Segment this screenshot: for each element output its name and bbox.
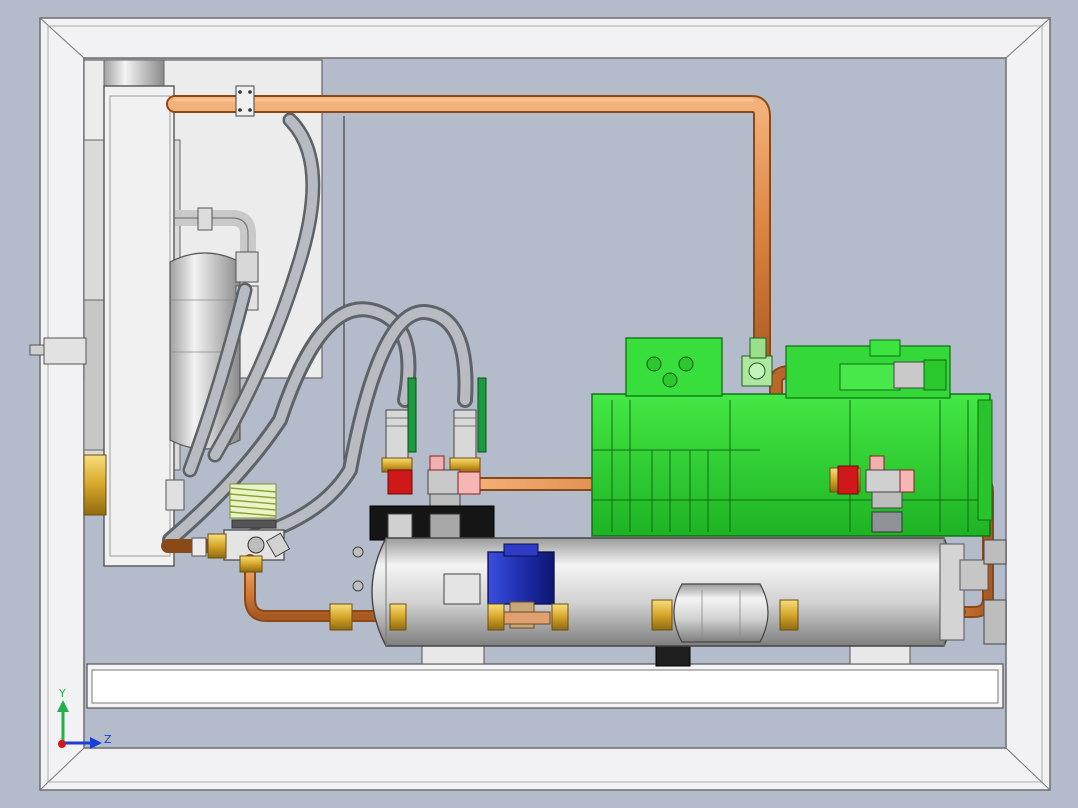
y-axis-label: Y xyxy=(58,687,66,700)
mounting-block xyxy=(369,505,495,541)
base-rail xyxy=(86,663,1004,709)
z-axis-label: Z xyxy=(104,733,112,746)
cad-viewport[interactable]: Y Z xyxy=(0,0,1078,808)
pipe-clamp xyxy=(235,85,255,117)
condensing-unit-model: Y Z xyxy=(29,17,1051,791)
origin-marker xyxy=(58,740,66,748)
compressor xyxy=(591,337,993,537)
filter-drier xyxy=(673,583,769,643)
